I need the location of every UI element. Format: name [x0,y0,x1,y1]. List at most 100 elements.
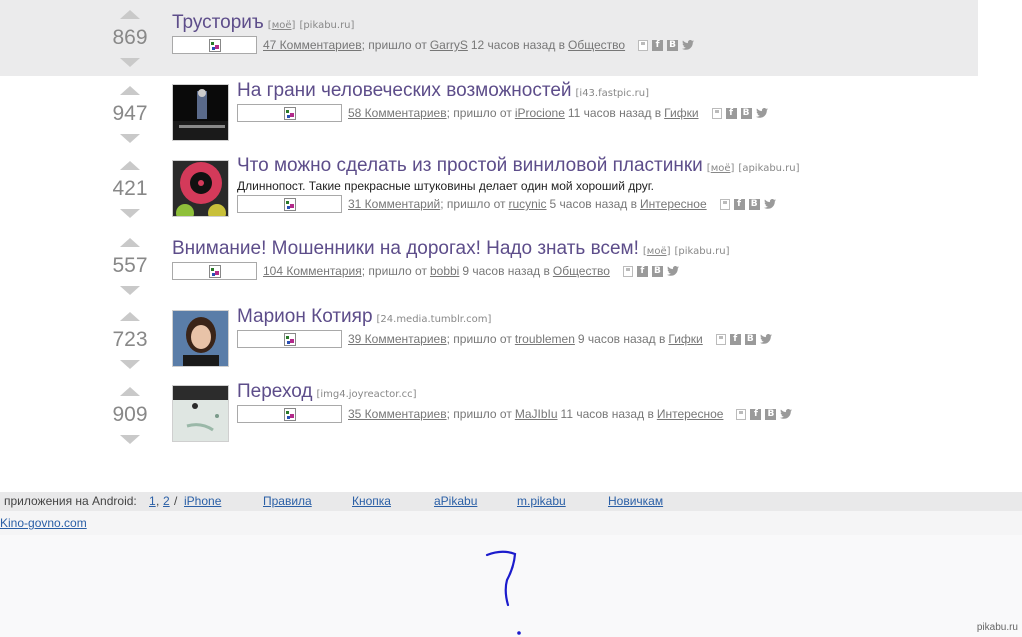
category-link[interactable]: Гифки [668,332,702,346]
comments-link[interactable]: 39 Комментариев [348,332,447,346]
story-thumbnail[interactable] [172,310,229,367]
story-item: 869 Трусториъ [моё] [pikabu.ru] 47 Коммент… [0,0,978,76]
author-link[interactable]: GarryS [430,38,468,52]
story-title[interactable]: Переход [237,381,312,402]
author-link[interactable]: rucynic [509,197,547,211]
came-from-text: ; пришло от [446,407,512,421]
story-score: 869 [112,26,148,49]
facebook-icon[interactable]: f [750,408,762,420]
category-link[interactable]: Общество [568,38,625,52]
story-title-line: Трусториъ [моё] [pikabu.ru] [172,12,354,34]
rules-link[interactable]: Правила [263,494,312,508]
vk-icon[interactable]: B [744,333,756,345]
vk-icon[interactable]: B [740,107,752,119]
came-from-text: ; пришло от [440,197,506,211]
save-icon[interactable] [638,39,649,51]
mobile-pikabu-link[interactable]: m.pikabu [517,494,566,508]
author-link[interactable]: MaJIbIu [515,407,558,421]
comma-separator: , [156,494,160,508]
downvote-icon[interactable] [120,360,140,369]
upvote-icon[interactable] [120,312,140,321]
save-icon[interactable] [736,408,747,420]
story-score: 723 [112,328,148,351]
story-title-line: Переход [img4.joyreactor.cc] [237,381,417,403]
comments-link[interactable]: 58 Комментариев [348,106,447,120]
comments-link[interactable]: 35 Комментариев [348,407,447,421]
vk-icon[interactable]: B [651,265,663,277]
upvote-icon[interactable] [120,10,140,19]
save-icon[interactable] [715,333,726,345]
vk-icon[interactable]: B [667,39,679,51]
save-icon[interactable] [711,107,722,119]
author-link[interactable]: bobbi [430,264,459,278]
button-link[interactable]: Кнопка [352,494,391,508]
lower-blank-area: pikabu.ru [0,535,1022,637]
downvote-icon[interactable] [120,209,140,218]
story-source: [pikabu.ru] [674,246,730,257]
kino-govno-link[interactable]: Kino-govno.com [0,516,87,530]
android-link-2[interactable]: 2 [163,494,170,508]
story-thumbnail[interactable] [172,84,229,141]
story-title[interactable]: На грани человеческих возможностей [237,80,572,101]
facebook-icon[interactable]: f [729,333,741,345]
vk-icon[interactable]: B [765,408,777,420]
author-link[interactable]: iProcione [515,106,565,120]
save-icon[interactable] [719,198,730,210]
downvote-icon[interactable] [120,435,140,444]
downvote-icon[interactable] [120,286,140,295]
twitter-icon[interactable] [682,40,695,50]
facebook-icon[interactable]: f [733,198,745,210]
story-title[interactable]: Что можно сделать из простой виниловой п… [237,155,703,176]
story-score: 909 [112,403,148,426]
facebook-icon[interactable]: f [652,39,664,51]
twitter-icon[interactable] [755,108,768,118]
downvote-icon[interactable] [120,58,140,67]
story-meta: 31 Комментарий ; пришло от rucynic 5 час… [237,195,776,213]
story-thumbnail[interactable] [172,160,229,217]
story-title-line: Что можно сделать из простой виниловой п… [237,155,800,177]
story-meta: 47 Комментариев ; пришло от GarryS 12 ча… [172,36,695,54]
newcomers-link[interactable]: Новичкам [608,494,663,508]
upvote-icon[interactable] [120,86,140,95]
save-icon[interactable] [622,265,633,277]
mine-tag[interactable]: [моё] [643,246,671,257]
story-title[interactable]: Трусториъ [172,12,264,33]
twitter-icon[interactable] [763,199,776,209]
vk-icon[interactable]: B [748,198,760,210]
broken-image-icon [283,198,296,211]
story-source: [img4.joyreactor.cc] [316,389,417,400]
upvote-icon[interactable] [120,161,140,170]
story-score: 421 [112,177,148,200]
category-link[interactable]: Интересное [640,197,707,211]
upvote-icon[interactable] [120,238,140,247]
category-link[interactable]: Интересное [657,407,724,421]
comments-link[interactable]: 47 Комментариев [263,38,362,52]
site-watermark: pikabu.ru [976,622,1018,633]
story-title-line: Марион Котияр [24.media.tumblr.com] [237,306,491,328]
mine-tag[interactable]: [моё] [707,163,735,174]
apikabu-link[interactable]: aPikabu [434,494,477,508]
page: 869 Трусториъ [моё] [pikabu.ru] 47 Коммент… [0,0,1022,637]
story-title[interactable]: Внимание! Мошенники на дорогах! Надо зна… [172,238,639,259]
facebook-icon[interactable]: f [725,107,737,119]
story-title[interactable]: Марион Котияр [237,306,373,327]
twitter-icon[interactable] [666,266,679,276]
category-link[interactable]: Гифки [664,106,698,120]
category-link[interactable]: Общество [553,264,610,278]
twitter-icon[interactable] [759,334,772,344]
comments-link[interactable]: 31 Комментарий [348,197,440,211]
story-meta: 35 Комментариев ; пришло от MaJIbIu 11 ч… [237,405,793,423]
came-from-text: ; пришло от [446,332,512,346]
author-link[interactable]: troublemen [515,332,575,346]
comments-link[interactable]: 104 Комментария [263,264,362,278]
upvote-icon[interactable] [120,387,140,396]
mine-tag[interactable]: [моё] [268,20,296,31]
facebook-icon[interactable]: f [636,265,648,277]
android-link-1[interactable]: 1 [149,494,156,508]
downvote-icon[interactable] [120,134,140,143]
story-item: 947 На грани человеческих возможностей [i… [0,76,978,151]
story-thumbnail[interactable] [172,385,229,442]
twitter-icon[interactable] [780,409,793,419]
rating-box [237,330,342,348]
iphone-link[interactable]: iPhone [184,494,221,508]
